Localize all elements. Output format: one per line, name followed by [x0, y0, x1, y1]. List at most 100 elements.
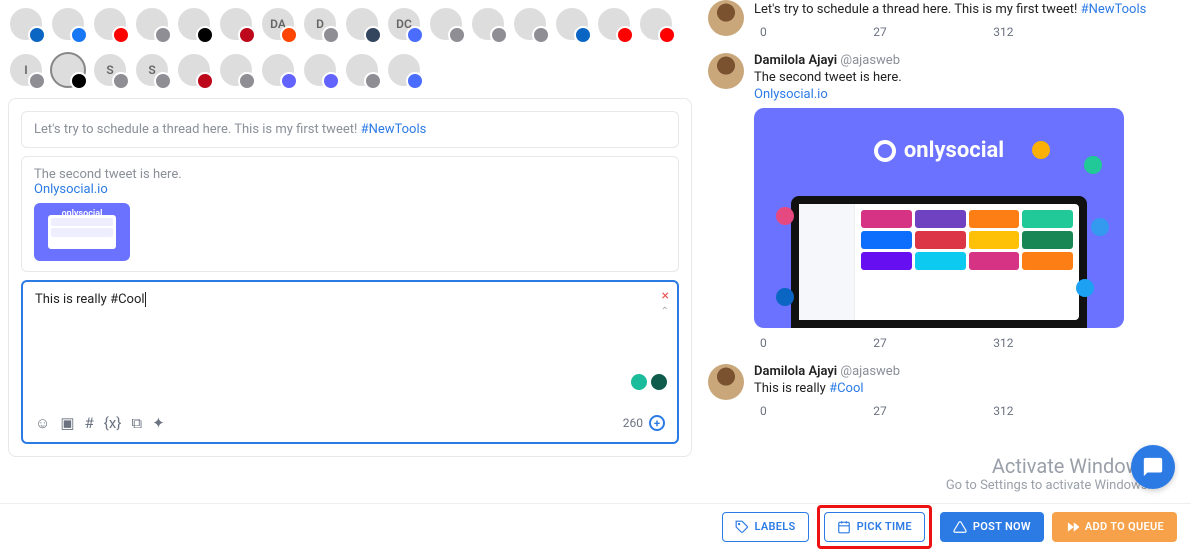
account-avatar[interactable] [134, 6, 170, 42]
account-avatar[interactable]: S [134, 52, 170, 88]
account-avatar[interactable]: I [8, 52, 44, 88]
account-avatar[interactable] [50, 6, 86, 42]
thread-post-2-thumbnail[interactable]: onlysocial [34, 203, 130, 261]
preview-tweet-2: Damilola Ajayi @ajasweb The second tweet… [708, 53, 1160, 350]
account-avatar[interactable] [218, 52, 254, 88]
reply-button[interactable]: 0 [754, 25, 767, 39]
preview-panel: Let's try to schedule a thread here. Thi… [700, 0, 1180, 549]
network-badge-icon [280, 72, 298, 90]
avatar [708, 53, 744, 89]
network-badge-icon [112, 72, 130, 90]
remove-post-icon[interactable]: × [662, 288, 669, 304]
add-post-button[interactable]: + [649, 415, 665, 431]
thread-post-1[interactable]: Let's try to schedule a thread here. Thi… [21, 111, 679, 148]
account-avatar[interactable] [92, 6, 128, 42]
account-avatar[interactable]: DA [260, 6, 296, 42]
account-avatar[interactable]: DC [386, 6, 422, 42]
network-badge-icon [364, 26, 382, 44]
reply-button[interactable]: 0 [754, 404, 767, 418]
account-avatar[interactable] [554, 6, 590, 42]
accounts-row-2: I SS [8, 52, 692, 88]
template-icon[interactable]: ⧉ [131, 414, 142, 432]
like-button[interactable]: 312 [987, 336, 1013, 350]
ai-icon[interactable]: ✦ [152, 414, 165, 432]
grammar-icon[interactable] [651, 374, 667, 390]
thread-post-2[interactable]: The second tweet is here. Onlysocial.io … [21, 156, 679, 272]
account-avatar[interactable] [8, 6, 44, 42]
network-badge-icon [112, 26, 130, 44]
network-badge-icon [70, 26, 88, 44]
thread-post-2-link[interactable]: Onlysocial.io [34, 182, 108, 197]
network-badge-icon [322, 26, 340, 44]
account-avatar[interactable] [260, 52, 296, 88]
ai-suggest-icon[interactable] [631, 374, 647, 390]
network-badge-icon [322, 72, 340, 90]
network-badge-icon [616, 26, 634, 44]
retweet-button[interactable]: 27 [867, 25, 887, 39]
chat-fab[interactable] [1131, 445, 1175, 489]
network-badge-icon [406, 26, 424, 44]
network-badge-icon [490, 26, 508, 44]
retweet-button[interactable]: 27 [867, 336, 887, 350]
emoji-icon[interactable]: ☺ [35, 414, 50, 432]
account-avatar[interactable] [638, 6, 674, 42]
like-button[interactable]: 312 [987, 404, 1013, 418]
bottom-bar: LABELS PICK TIME POST NOW ADD TO QUEUE [0, 503, 1191, 549]
thread-post-1-hashtag: #NewTools [361, 122, 427, 137]
network-badge-icon [28, 72, 46, 90]
move-up-icon[interactable]: ⌃ [661, 306, 669, 317]
account-avatar[interactable] [386, 52, 422, 88]
retweet-button[interactable]: 27 [867, 404, 887, 418]
accounts-row-1: DAD DC [8, 6, 692, 42]
account-avatar[interactable] [50, 52, 86, 88]
network-badge-icon [154, 72, 172, 90]
thread-post-1-text: Let's try to schedule a thread here. Thi… [34, 122, 361, 137]
avatar [708, 0, 744, 36]
account-avatar[interactable]: S [92, 52, 128, 88]
network-badge-icon [658, 26, 676, 44]
preview-tweet-1: Let's try to schedule a thread here. Thi… [708, 0, 1160, 39]
preview-image: onlysocial [754, 108, 1124, 328]
network-badge-icon [70, 72, 88, 90]
hashtag-icon[interactable]: # [85, 414, 94, 432]
add-to-queue-button[interactable]: ADD TO QUEUE [1052, 512, 1177, 542]
network-badge-icon [364, 72, 382, 90]
labels-button[interactable]: LABELS [722, 512, 809, 542]
network-badge-icon [532, 26, 550, 44]
account-avatar[interactable] [176, 6, 212, 42]
post-now-button[interactable]: POST NOW [940, 512, 1044, 542]
thread-post-2-text: The second tweet is here. [34, 167, 182, 182]
network-badge-icon [238, 72, 256, 90]
variable-icon[interactable]: {x} [104, 414, 122, 432]
compose-textarea: This is really #Cool [35, 292, 665, 382]
account-avatar[interactable] [302, 52, 338, 88]
pick-time-highlight: PICK TIME [817, 505, 932, 549]
thread-post-3-active[interactable]: × ⌃ This is really #Cool ☺ ▣ # {x} ⧉ [21, 280, 679, 444]
preview-tweet-3: Damilola Ajayi @ajasweb This is really #… [708, 364, 1160, 418]
avatar [708, 364, 744, 400]
account-avatar[interactable] [596, 6, 632, 42]
reply-button[interactable]: 0 [754, 336, 767, 350]
network-badge-icon [406, 72, 424, 90]
account-avatar[interactable] [176, 52, 212, 88]
account-avatar[interactable]: D [302, 6, 338, 42]
account-avatar[interactable] [470, 6, 506, 42]
like-button[interactable]: 312 [987, 25, 1013, 39]
network-badge-icon [28, 26, 46, 44]
network-badge-icon [448, 26, 466, 44]
network-badge-icon [196, 72, 214, 90]
pick-time-button[interactable]: PICK TIME [824, 512, 925, 542]
network-badge-icon [574, 26, 592, 44]
network-badge-icon [154, 26, 172, 44]
account-avatar[interactable] [218, 6, 254, 42]
account-avatar[interactable] [428, 6, 464, 42]
composer-card: Let's try to schedule a thread here. Thi… [8, 98, 692, 457]
char-count: 260 [623, 416, 643, 430]
account-avatar[interactable] [512, 6, 548, 42]
image-icon[interactable]: ▣ [60, 414, 74, 432]
network-badge-icon [238, 26, 256, 44]
network-badge-icon [196, 26, 214, 44]
account-avatar[interactable] [344, 52, 380, 88]
account-avatar[interactable] [344, 6, 380, 42]
network-badge-icon [280, 26, 298, 44]
